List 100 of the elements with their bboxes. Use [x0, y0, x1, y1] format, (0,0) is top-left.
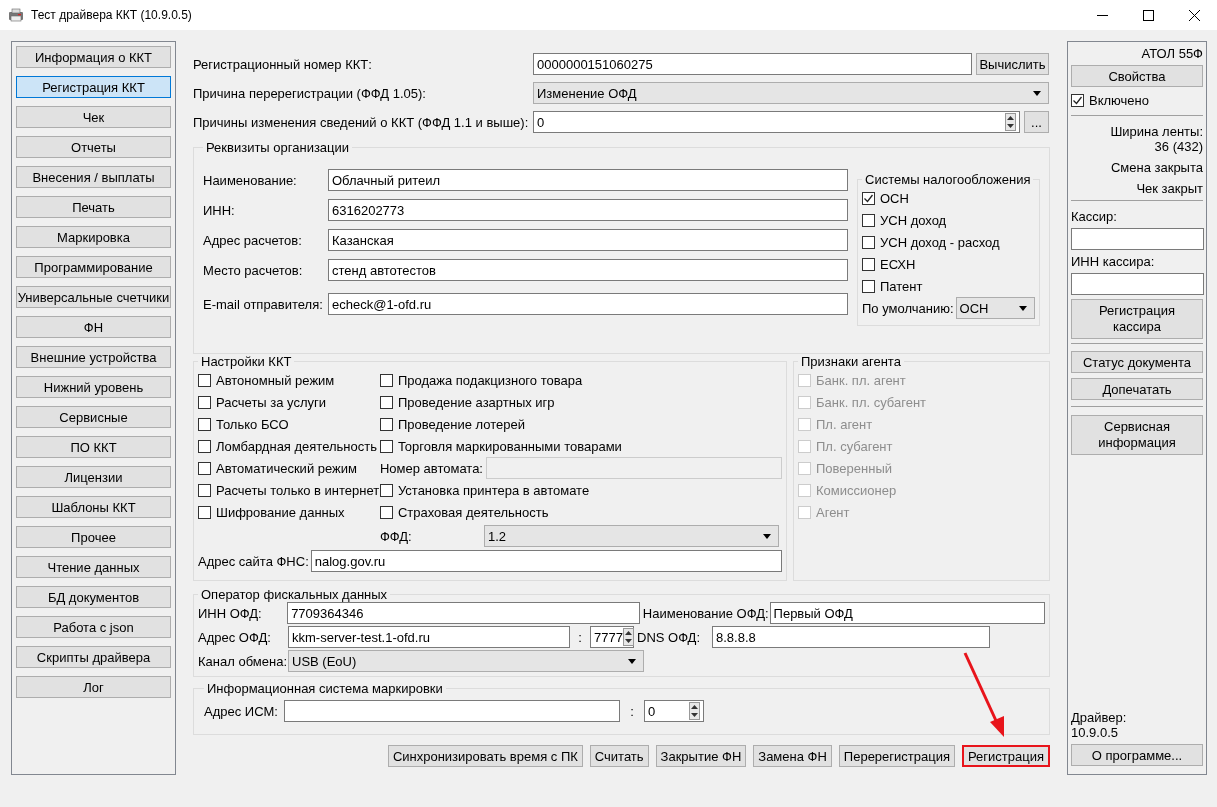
checkbox[interactable] [862, 213, 875, 227]
sidebar-button[interactable]: Шаблоны ККТ [16, 496, 171, 518]
sidebar-button[interactable]: Чек [16, 106, 171, 128]
checkbox[interactable] [198, 461, 211, 475]
checkbox[interactable] [379, 505, 393, 519]
check-icon [1072, 94, 1083, 106]
checkbox[interactable] [379, 373, 393, 387]
checkbox-label: Расчеты только в интернет [216, 482, 380, 498]
sidebar-button[interactable]: Информация о ККТ [16, 46, 171, 68]
input-field[interactable]: 8.8.8.8 [712, 626, 990, 648]
checkbox-label: Автоматический режим [216, 460, 357, 476]
action-button[interactable]: Замена ФН [753, 745, 832, 767]
field-label: Регистрационный номер ККТ: [193, 56, 373, 72]
checkbox[interactable] [198, 483, 211, 497]
checkbox[interactable] [379, 395, 393, 409]
field-label: ИНН ОФД: [198, 605, 263, 621]
input-field[interactable]: kkm-server-test.1-ofd.ru [288, 626, 570, 648]
checkbox[interactable] [862, 191, 875, 205]
input-field[interactable]: 6316202773 [328, 199, 848, 221]
input-field[interactable] [1071, 273, 1204, 295]
checkbox-label: Проведение азартных игр [397, 394, 555, 410]
spin-field[interactable]: 0 [533, 111, 1020, 133]
input-field[interactable]: Первый ОФД [769, 602, 1045, 624]
checkbox[interactable] [862, 279, 875, 293]
checkbox[interactable] [1071, 93, 1084, 107]
field-label: ФФД: [379, 528, 413, 544]
dropdown[interactable]: 1.2 [483, 525, 779, 547]
checkbox[interactable] [379, 439, 393, 453]
sidebar-button[interactable]: БД документов [16, 586, 171, 608]
input-field[interactable]: echeck@1-ofd.ru [328, 293, 848, 315]
checkbox[interactable] [862, 257, 875, 271]
action-button[interactable]: Регистрация [962, 745, 1050, 767]
checkbox[interactable] [198, 395, 211, 409]
spin-field[interactable]: 7777 [590, 626, 634, 648]
checkbox-label: Страховая деятельность [397, 504, 549, 520]
action-button[interactable]: Перерегистрация [838, 745, 955, 767]
dropdown[interactable]: USB (EoU) [288, 650, 644, 672]
action-button[interactable]: Синхронизировать время с ПК [387, 745, 583, 767]
sidebar-button[interactable]: Внесения / выплаты [16, 166, 171, 188]
input-field[interactable]: Казанская [328, 229, 848, 251]
sidebar-button[interactable]: Работа с json [16, 616, 171, 638]
checkbox[interactable] [198, 439, 211, 453]
checkbox-label: Ломбардная деятельность [216, 438, 377, 454]
sidebar-button[interactable]: Универсальные счетчики [16, 286, 171, 308]
checkbox-label: Банк. пл. субагент [816, 394, 927, 410]
dropdown[interactable]: Изменение ОФД [533, 82, 1049, 104]
checkbox[interactable] [379, 417, 393, 431]
input-field[interactable]: 7709364346 [287, 602, 640, 624]
sidebar-button[interactable]: Программирование [16, 256, 171, 278]
field-label: E-mail отправителя: [203, 296, 324, 312]
sidebar-button[interactable]: ФН [16, 316, 171, 338]
checkbox-label: Торговля маркированными товарами [397, 438, 622, 454]
input-field[interactable]: стенд автотестов [328, 259, 848, 281]
spin-field[interactable]: 0 [644, 700, 704, 722]
action-button[interactable]: Считать [589, 745, 649, 767]
input-field[interactable]: nalog.gov.ru [310, 550, 782, 572]
document-status-button[interactable]: Статус документа [1071, 351, 1203, 373]
input-field[interactable]: 0000000151060275 [533, 53, 972, 75]
dropdown[interactable]: ОСН [955, 297, 1035, 319]
sidebar-button[interactable]: Регистрация ККТ [16, 76, 171, 98]
reprint-button[interactable]: Допечатать [1071, 378, 1203, 400]
separator-label: : [577, 629, 583, 645]
sidebar-button[interactable]: Маркировка [16, 226, 171, 248]
checkbox[interactable] [862, 235, 875, 249]
spin-icon [1005, 113, 1016, 131]
input-field[interactable]: Облачный ритеил [328, 169, 848, 191]
checkbox-label: Продажа подакцизного товара [397, 372, 583, 388]
field-label: По умолчанию: [862, 300, 954, 316]
checkbox[interactable] [198, 373, 211, 387]
input-field[interactable] [284, 700, 620, 722]
cashier-registration-button[interactable]: Регистрация кассира [1071, 299, 1203, 339]
sidebar-button[interactable]: Нижний уровень [16, 376, 171, 398]
group-title: Признаки агента [800, 354, 902, 369]
sidebar-button[interactable]: Чтение данных [16, 556, 171, 578]
browse-button[interactable]: ... [1024, 111, 1049, 133]
checkbox[interactable] [198, 417, 211, 431]
sidebar-button[interactable]: Скрипты драйвера [16, 646, 171, 668]
input-field[interactable] [1071, 228, 1204, 250]
checkbox-label: Патент [880, 278, 923, 294]
check-icon [863, 192, 874, 204]
sidebar-button[interactable]: ПО ККТ [16, 436, 171, 458]
sidebar-button[interactable]: Прочее [16, 526, 171, 548]
action-button[interactable]: Закрытие ФН [655, 745, 747, 767]
field-label: Кассир: [1071, 209, 1118, 224]
service-info-button[interactable]: Сервисная информация [1071, 415, 1203, 455]
checkbox-label: ЕСХН [880, 256, 916, 272]
sidebar-button[interactable]: Лицензии [16, 466, 171, 488]
sidebar-button[interactable]: Отчеты [16, 136, 171, 158]
sidebar-button[interactable]: Лог [16, 676, 171, 698]
sidebar-button[interactable]: Сервисные [16, 406, 171, 428]
checkbox-label: Банк. пл. агент [816, 372, 906, 388]
checkbox-label: Установка принтера в автомате [397, 482, 590, 498]
group-title: Системы налогообложения [864, 172, 1032, 187]
calculate-button[interactable]: Вычислить [976, 53, 1049, 75]
checkbox[interactable] [198, 505, 211, 519]
properties-button[interactable]: Свойства [1071, 65, 1203, 87]
sidebar-button[interactable]: Печать [16, 196, 171, 218]
about-button[interactable]: О программе... [1071, 744, 1203, 766]
checkbox[interactable] [379, 483, 393, 497]
sidebar-button[interactable]: Внешние устройства [16, 346, 171, 368]
